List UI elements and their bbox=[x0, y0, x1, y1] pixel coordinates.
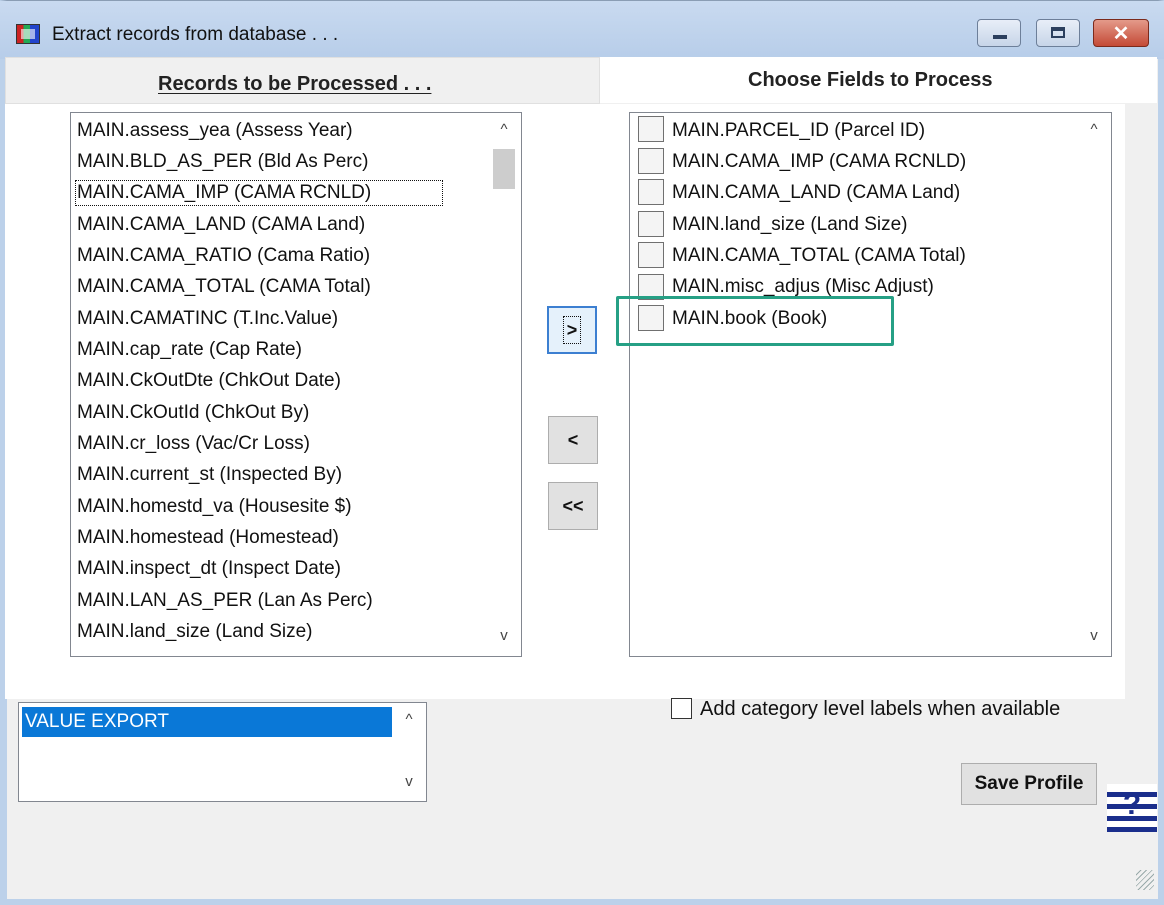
scroll-up-icon[interactable]: ^ bbox=[1077, 121, 1111, 138]
list-item[interactable]: MAIN.cap_rate (Cap Rate) bbox=[77, 339, 302, 361]
list-item[interactable]: MAIN.land_size (Land Size) bbox=[672, 214, 908, 236]
close-icon: ✕ bbox=[1112, 23, 1130, 45]
field-checkbox[interactable] bbox=[638, 211, 664, 237]
scroll-up-icon[interactable]: ^ bbox=[487, 121, 521, 138]
list-item[interactable]: MAIN.CAMA_LAND (CAMA Land) bbox=[672, 182, 960, 204]
field-checkbox[interactable] bbox=[638, 116, 664, 142]
tab-records-label: Records to be Processed . . . bbox=[158, 73, 432, 95]
list-item[interactable]: MAIN.homestead (Homestead) bbox=[77, 527, 339, 549]
list-item-focused[interactable]: MAIN.CAMA_IMP (CAMA RCNLD) bbox=[74, 180, 444, 206]
list-item[interactable]: MAIN.land_size (Land Size) bbox=[77, 621, 313, 643]
remove-all-fields-button[interactable]: << bbox=[548, 482, 598, 530]
list-item[interactable]: MAIN.CAMA_TOTAL (CAMA Total) bbox=[77, 276, 371, 298]
minimize-button[interactable] bbox=[977, 19, 1021, 47]
list-item[interactable]: MAIN.cr_loss (Vac/Cr Loss) bbox=[77, 433, 310, 455]
list-item[interactable]: MAIN.CAMA_TOTAL (CAMA Total) bbox=[672, 245, 966, 267]
list-item[interactable]: MAIN.CAMATINC (T.Inc.Value) bbox=[77, 308, 338, 330]
list-item[interactable]: MAIN.homestd_va (Housesite $) bbox=[77, 496, 352, 518]
scroll-thumb[interactable] bbox=[493, 149, 515, 189]
list-item[interactable]: MAIN.misc_adjus (Misc Adjust) bbox=[672, 276, 934, 298]
list-item[interactable]: MAIN.CAMA_RATIO (Cama Ratio) bbox=[77, 245, 370, 267]
list-item[interactable]: MAIN.inspect_dt (Inspect Date) bbox=[77, 558, 341, 580]
category-labels-label[interactable]: Add category level labels when available bbox=[700, 698, 1060, 721]
list-item[interactable]: MAIN.CkOutDte (ChkOut Date) bbox=[77, 370, 341, 392]
list-item[interactable]: MAIN.CkOutId (ChkOut By) bbox=[77, 402, 309, 424]
save-profile-button[interactable]: Save Profile bbox=[961, 763, 1097, 805]
list-item[interactable]: MAIN.BLD_AS_PER (Bld As Perc) bbox=[77, 151, 368, 173]
list-item[interactable]: MAIN.LAN_AS_PER (Lan As Perc) bbox=[77, 590, 373, 612]
remove-field-button[interactable]: < bbox=[548, 416, 598, 464]
app-icon bbox=[16, 24, 40, 44]
add-field-button[interactable]: > bbox=[547, 306, 597, 354]
tab-choose-fields[interactable]: Choose Fields to Process bbox=[600, 57, 1157, 103]
list-item[interactable]: MAIN.assess_yea (Assess Year) bbox=[77, 120, 353, 142]
list-item[interactable]: MAIN.CAMA_LAND (CAMA Land) bbox=[77, 214, 365, 236]
scroll-down-icon[interactable]: v bbox=[1077, 627, 1111, 644]
scroll-down-icon[interactable]: v bbox=[487, 627, 521, 644]
vertical-scrollbar[interactable]: ^ v bbox=[487, 113, 521, 656]
list-item[interactable]: MAIN.current_st (Inspected By) bbox=[77, 464, 342, 486]
window-title: Extract records from database . . . bbox=[52, 24, 339, 45]
tab-choose-fields-label: Choose Fields to Process bbox=[748, 69, 993, 91]
field-checkbox[interactable] bbox=[638, 242, 664, 268]
available-fields-list[interactable]: MAIN.assess_yea (Assess Year) MAIN.BLD_A… bbox=[70, 112, 522, 657]
profile-list[interactable]: VALUE EXPORT ^ v bbox=[18, 702, 427, 802]
field-checkbox[interactable] bbox=[638, 179, 664, 205]
list-item[interactable]: MAIN.PARCEL_ID (Parcel ID) bbox=[672, 120, 925, 142]
scroll-down-icon[interactable]: v bbox=[392, 773, 426, 790]
tab-records-to-process[interactable]: Records to be Processed . . . bbox=[5, 57, 600, 104]
selected-fields-list[interactable]: MAIN.PARCEL_ID (Parcel ID) MAIN.CAMA_IMP… bbox=[629, 112, 1112, 657]
resize-grip-icon[interactable] bbox=[1136, 870, 1154, 890]
list-item[interactable]: MAIN.CAMA_IMP (CAMA RCNLD) bbox=[672, 151, 966, 173]
maximize-button[interactable] bbox=[1036, 19, 1080, 47]
category-labels-checkbox[interactable] bbox=[671, 698, 692, 719]
scroll-up-icon[interactable]: ^ bbox=[392, 711, 426, 728]
close-button[interactable]: ✕ bbox=[1093, 19, 1149, 47]
highlight-box bbox=[616, 296, 894, 346]
help-icon[interactable]: ? bbox=[1107, 784, 1157, 832]
profile-item-selected[interactable]: VALUE EXPORT bbox=[22, 707, 392, 737]
vertical-scrollbar[interactable]: ^ v bbox=[1077, 113, 1111, 656]
title-bar: Extract records from database . . . ✕ bbox=[0, 1, 1164, 59]
field-checkbox[interactable] bbox=[638, 148, 664, 174]
